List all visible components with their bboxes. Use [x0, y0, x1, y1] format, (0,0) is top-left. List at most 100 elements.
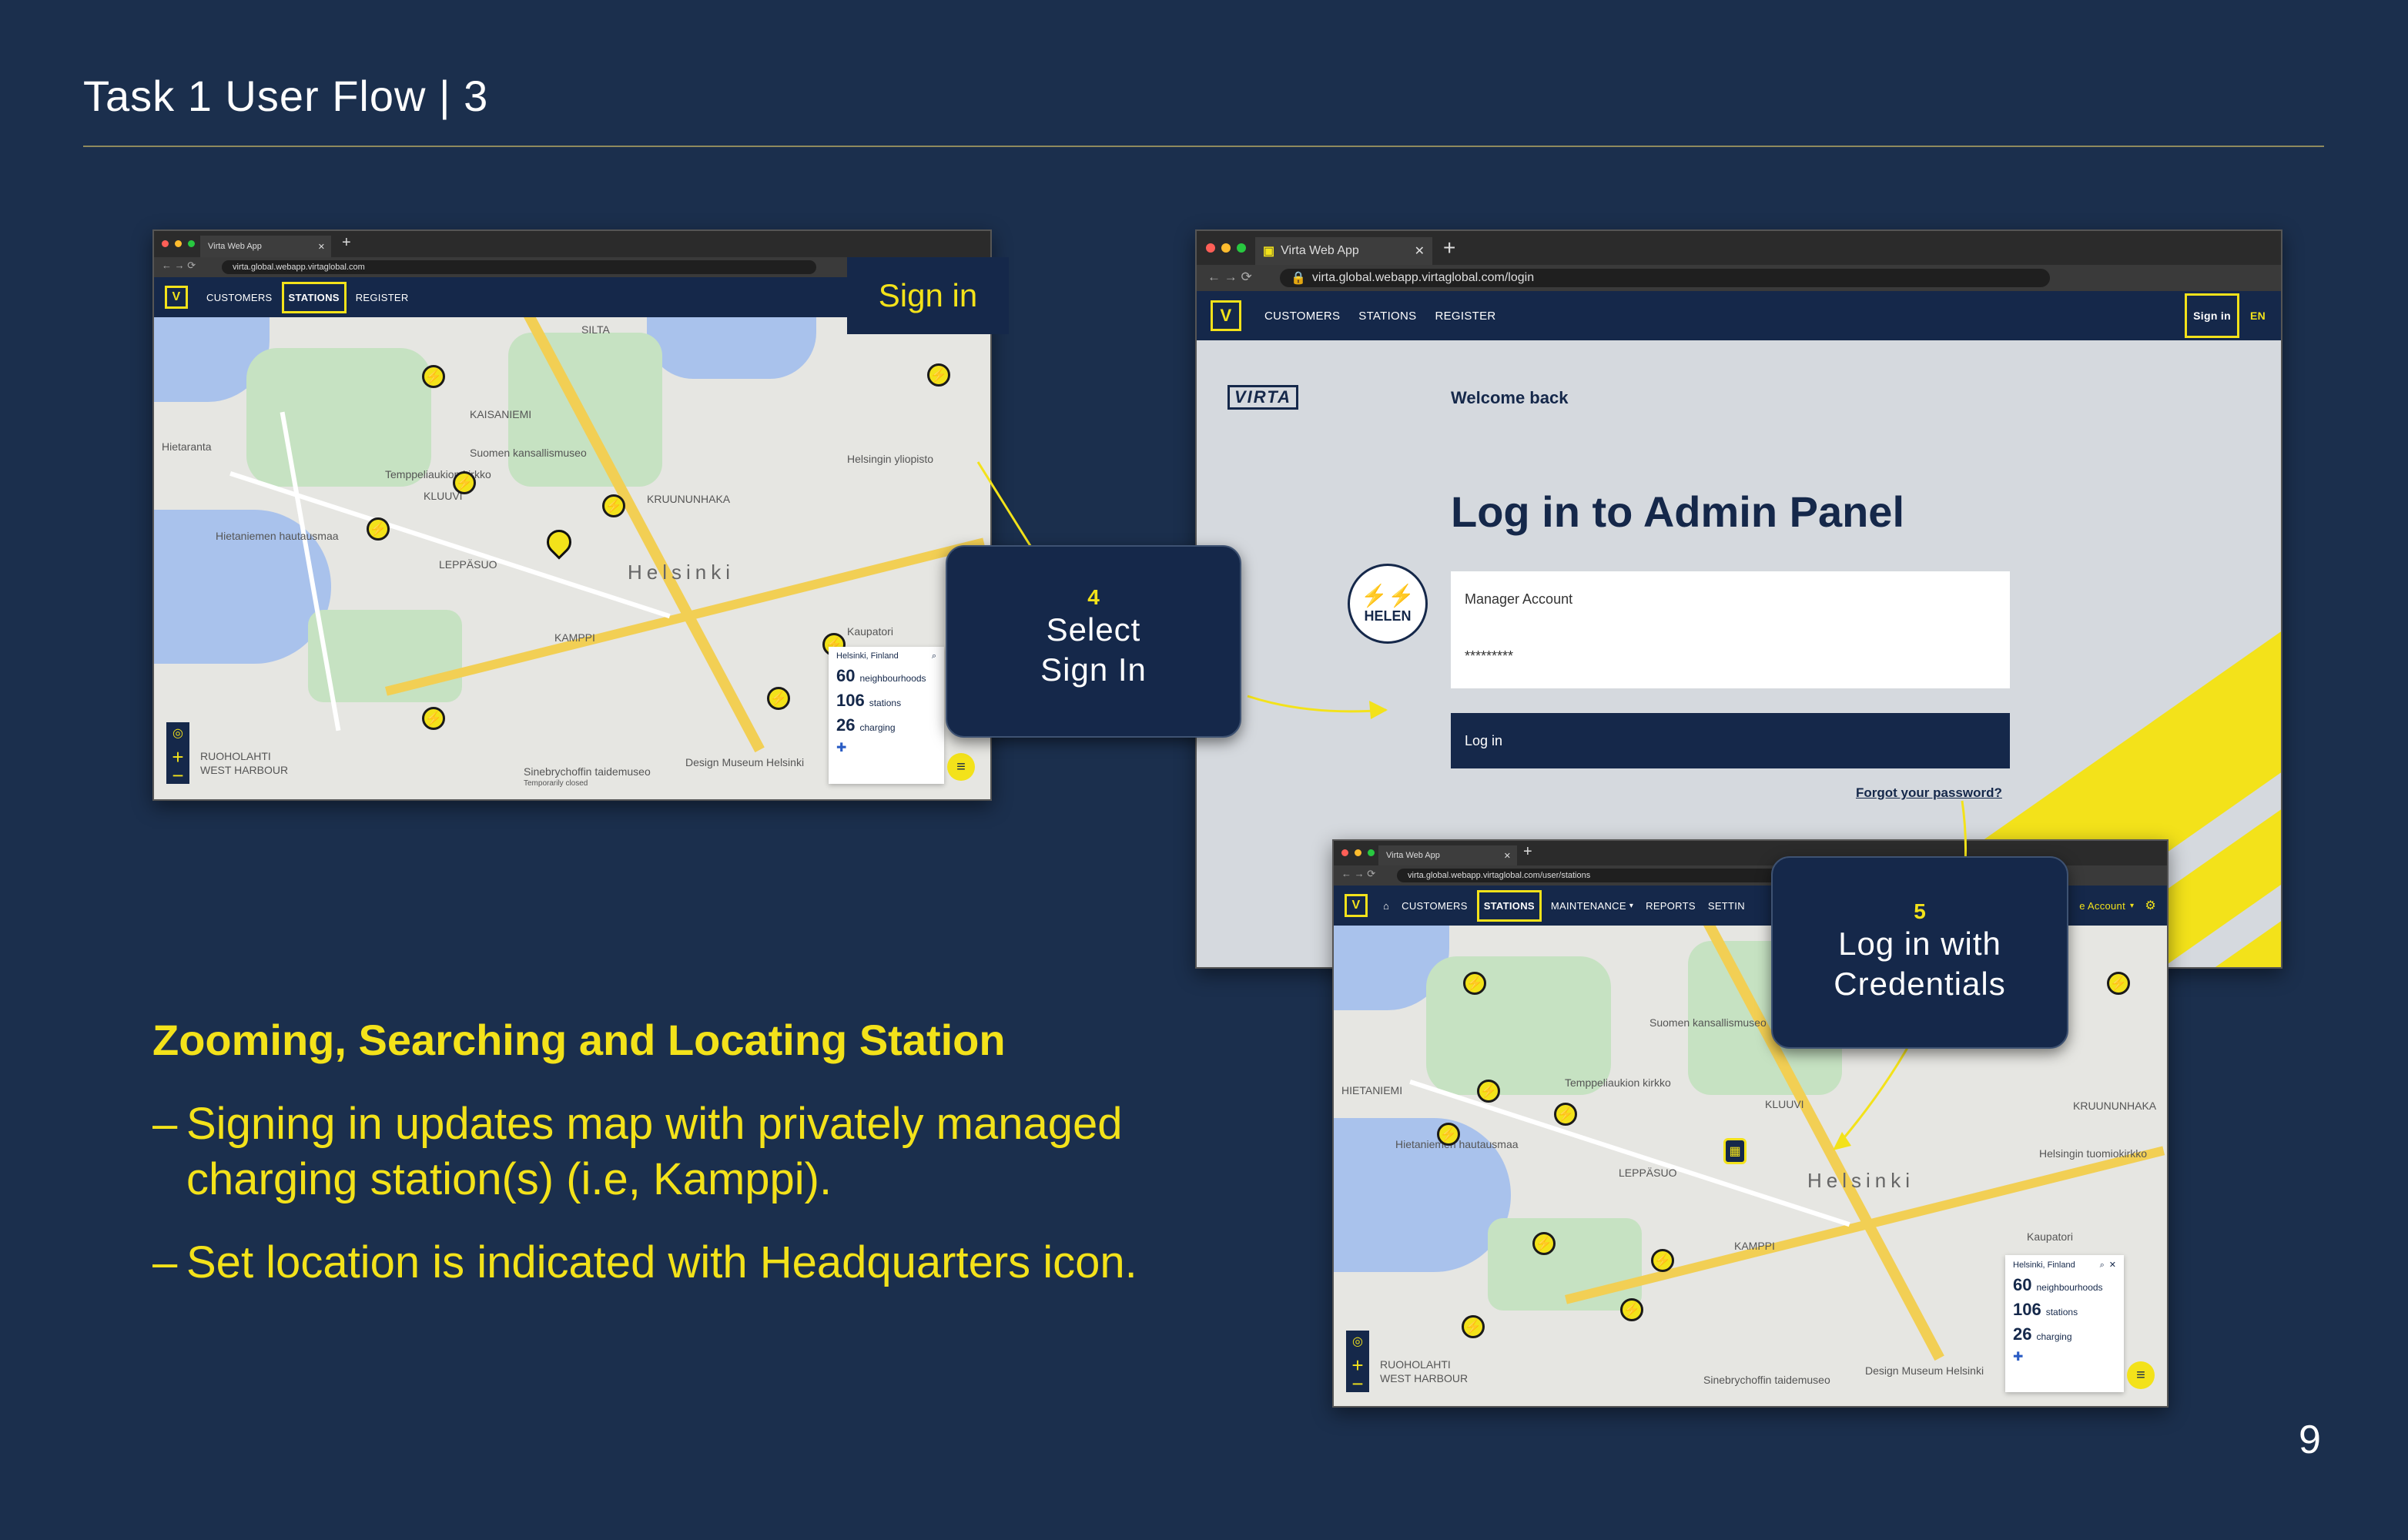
charging-station-pin-icon[interactable]: ⚡ [1462, 1315, 1485, 1338]
log-in-button-label: Log in [1465, 732, 1503, 748]
language-selector[interactable]: EN [2250, 310, 2266, 322]
new-tab-icon[interactable]: + [1523, 843, 1532, 861]
minimize-dot-icon[interactable] [175, 240, 182, 247]
home-icon[interactable]: ⌂ [1383, 900, 1389, 912]
filter-settings-icon[interactable]: ≡ [947, 753, 975, 781]
back-forward-icon[interactable]: ← → ⟳ [1207, 270, 1252, 285]
charging-station-pin-icon[interactable]: ⚡ [453, 471, 476, 494]
finland-flag-icon[interactable]: ✚ [836, 740, 846, 755]
virta-logo-icon[interactable]: V [1211, 300, 1241, 331]
close-dot-icon[interactable] [1341, 849, 1348, 856]
headquarters-icon[interactable]: ▦ [1723, 1138, 1747, 1164]
charging-station-pin-icon[interactable]: ⚡ [602, 494, 625, 517]
maximize-dot-icon[interactable] [1368, 849, 1375, 856]
location-search-input[interactable]: Helsinki, Finland [2013, 1260, 2075, 1270]
minimize-dot-icon[interactable] [1221, 243, 1231, 253]
browser-tab[interactable]: Virta Web App ✕ [1378, 845, 1517, 865]
city-label: Helsinki [1807, 1169, 1915, 1192]
locate-icon[interactable]: ◎ [1346, 1331, 1369, 1354]
maximize-dot-icon[interactable] [1237, 243, 1246, 253]
close-tab-icon[interactable]: ✕ [318, 242, 325, 252]
close-tab-icon[interactable]: ✕ [1415, 243, 1425, 259]
step-number: 4 [1087, 585, 1100, 609]
poi-label: Design Museum Helsinki [685, 756, 805, 768]
password-field[interactable]: ********* [1465, 648, 1513, 665]
sign-in-callout: Sign in [847, 257, 1009, 334]
stations-map[interactable]: SILTA KAISANIEMI KLUUVI KRUUNUNHAKA LEPP… [154, 317, 990, 799]
charging-station-pin-icon[interactable]: ⚡ [1651, 1249, 1674, 1272]
new-tab-icon[interactable]: + [342, 234, 351, 252]
charging-label: charging [2036, 1331, 2072, 1342]
location-search-input[interactable]: Helsinki, Finland [836, 651, 899, 661]
zoom-out-icon[interactable]: − [166, 765, 189, 785]
charging-station-pin-icon[interactable]: ⚡ [767, 687, 790, 710]
charging-station-pin-icon[interactable]: ⚡ [1532, 1232, 1556, 1255]
charging-station-pin-icon[interactable]: ⚡ [367, 517, 390, 541]
back-forward-icon[interactable]: ← → ⟳ [162, 259, 196, 272]
poi-label: Hietaranta [162, 440, 212, 453]
helen-logo-text: HELEN [1364, 608, 1412, 624]
finland-flag-icon[interactable]: ✚ [2013, 1349, 2023, 1364]
chevron-down-icon[interactable]: ▾ [2130, 902, 2134, 910]
nav-stations[interactable]: STATIONS [1476, 889, 1542, 922]
city-label: Helsinki [628, 561, 735, 584]
nav-stations[interactable]: STATIONS [281, 281, 347, 313]
poi-label: Suomen kansallismuseo [1649, 1016, 1767, 1029]
address-bar[interactable]: 🔒 virta.global.webapp.virtaglobal.com/lo… [1280, 269, 2050, 287]
nav-customers[interactable]: CUSTOMERS [1402, 900, 1468, 912]
log-in-button[interactable]: Log in [1451, 713, 2010, 768]
new-tab-icon[interactable]: + [1443, 236, 1455, 260]
manager-account-field[interactable]: Manager Account [1465, 591, 1572, 608]
nav-maintenance[interactable]: MAINTENANCE [1551, 900, 1626, 912]
charging-station-pin-icon[interactable]: ⚡ [2107, 972, 2130, 995]
lock-icon: 🔒 [1291, 272, 1306, 285]
charging-station-pin-icon[interactable]: ⚡ [422, 707, 445, 730]
browser-tab[interactable]: Virta Web App ✕ [200, 236, 331, 257]
close-dot-icon[interactable] [1206, 243, 1215, 253]
stations-count: 106 [2013, 1300, 2041, 1319]
bullet-dash: – [152, 1237, 178, 1287]
locate-icon[interactable]: ◎ [166, 722, 189, 745]
zoom-out-icon[interactable]: − [1346, 1374, 1369, 1394]
close-tab-icon[interactable]: ✕ [1504, 851, 1511, 861]
sign-in-button[interactable]: Sign in [2185, 293, 2239, 338]
nav-register[interactable]: REGISTER [356, 292, 409, 303]
charging-station-pin-icon[interactable]: ⚡ [927, 363, 950, 387]
stations-label: stations [869, 698, 902, 708]
charging-station-pin-icon[interactable]: ⚡ [422, 365, 445, 388]
chevron-down-icon[interactable]: ▾ [1629, 902, 1633, 910]
clear-icon[interactable]: ✕ [2109, 1260, 2116, 1270]
virta-logo-icon[interactable]: V [1345, 894, 1368, 917]
charging-station-pin-icon[interactable]: ⚡ [1437, 1123, 1460, 1146]
nav-customers[interactable]: CUSTOMERS [206, 292, 273, 303]
nav-settings[interactable]: SETTIN [1708, 900, 1745, 912]
browser-tab[interactable]: ▣ Virta Web App ✕ [1255, 237, 1432, 265]
map-label: KAMPPI [554, 631, 595, 644]
step-text-line2: Credentials [1834, 966, 2006, 1002]
back-forward-icon[interactable]: ← → ⟳ [1341, 868, 1375, 880]
minimize-dot-icon[interactable] [1355, 849, 1361, 856]
nav-reports[interactable]: REPORTS [1646, 900, 1696, 912]
poi-label: Suomen kansallismuseo [470, 447, 587, 459]
virta-logo-icon[interactable]: V [165, 286, 188, 309]
map-label: RUOHOLAHTI [200, 750, 271, 762]
charging-station-pin-icon[interactable]: ⚡ [1477, 1080, 1500, 1103]
step-text-line2: Sign In [1040, 651, 1147, 688]
nav-register[interactable]: REGISTER [1435, 310, 1495, 323]
charging-station-pin-icon[interactable]: ⚡ [1463, 972, 1486, 995]
search-icon[interactable]: ⌕ [932, 651, 936, 661]
charging-station-pin-icon[interactable]: ⚡ [1554, 1103, 1577, 1126]
close-dot-icon[interactable] [162, 240, 169, 247]
address-bar[interactable]: virta.global.webapp.virtaglobal.com [222, 260, 816, 274]
filter-settings-icon[interactable]: ≡ [2127, 1361, 2155, 1389]
nav-stations[interactable]: STATIONS [1358, 310, 1416, 323]
charging-station-pin-icon[interactable]: ⚡ [1620, 1298, 1643, 1321]
search-icon[interactable]: ⌕ [2100, 1260, 2105, 1270]
forgot-password-link[interactable]: Forgot your password? [1856, 785, 2002, 801]
account-menu[interactable]: e Account [2079, 900, 2125, 912]
location-marker-icon[interactable] [541, 524, 577, 560]
nav-customers[interactable]: CUSTOMERS [1264, 310, 1340, 323]
maximize-dot-icon[interactable] [188, 240, 195, 247]
stations-label: stations [2045, 1307, 2078, 1317]
gear-icon[interactable]: ⚙ [2145, 898, 2156, 913]
